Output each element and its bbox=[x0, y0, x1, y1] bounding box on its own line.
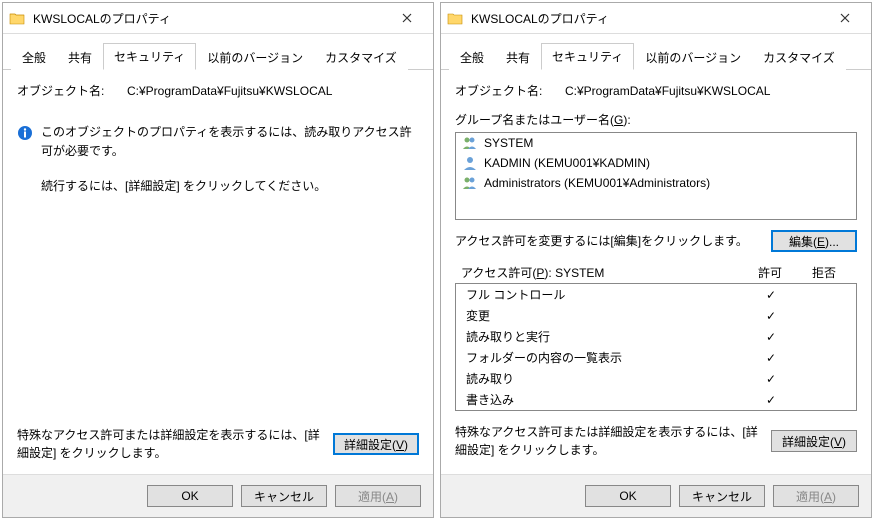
tab-全般[interactable]: 全般 bbox=[11, 44, 57, 70]
cancel-button[interactable]: キャンセル bbox=[241, 485, 327, 507]
allow-check: ✓ bbox=[746, 330, 796, 344]
footer-note-text: 特殊なアクセス許可または詳細設定を表示するには、[詳細設定] をクリックします。 bbox=[455, 423, 761, 459]
permission-row: フォルダーの内容の一覧表示✓ bbox=[456, 347, 856, 368]
properties-dialog-right: KWSLOCALのプロパティ 全般共有セキュリティ以前のバージョンカスタマイズ … bbox=[440, 2, 872, 518]
tab-共有[interactable]: 共有 bbox=[57, 44, 103, 70]
tabstrip: 全般共有セキュリティ以前のバージョンカスタマイズ bbox=[441, 34, 871, 70]
permission-name: 変更 bbox=[466, 307, 746, 324]
window-title: KWSLOCALのプロパティ bbox=[33, 10, 387, 27]
col-deny: 拒否 bbox=[797, 264, 851, 281]
permission-name: 読み取りと実行 bbox=[466, 328, 746, 345]
permissions-list[interactable]: フル コントロール✓変更✓読み取りと実行✓フォルダーの内容の一覧表示✓読み取り✓… bbox=[455, 283, 857, 411]
object-name-row: オブジェクト名: C:¥ProgramData¥Fujitsu¥KWSLOCAL bbox=[17, 82, 419, 99]
object-name-label: オブジェクト名: bbox=[455, 82, 565, 99]
permission-name: 書き込み bbox=[466, 391, 746, 408]
info-row: このオブジェクトのプロパティを表示するには、読み取りアクセス許可が必要です。 bbox=[17, 123, 419, 161]
apply-button: 適用(A) bbox=[773, 485, 859, 507]
allow-check: ✓ bbox=[746, 393, 796, 407]
ok-button[interactable]: OK bbox=[147, 485, 233, 507]
list-item[interactable]: Administrators (KEMU001¥Administrators) bbox=[456, 173, 856, 193]
tab-全般[interactable]: 全般 bbox=[449, 44, 495, 70]
allow-check: ✓ bbox=[746, 288, 796, 302]
folder-icon bbox=[9, 11, 25, 25]
permission-row: 読み取り✓ bbox=[456, 368, 856, 389]
permissions-for-label: アクセス許可(P): SYSTEM bbox=[461, 264, 743, 281]
permission-row: 読み取りと実行✓ bbox=[456, 326, 856, 347]
user-name: KADMIN (KEMU001¥KADMIN) bbox=[484, 156, 650, 170]
titlebar: KWSLOCALのプロパティ bbox=[3, 3, 433, 34]
ok-button[interactable]: OK bbox=[585, 485, 671, 507]
object-name-label: オブジェクト名: bbox=[17, 82, 127, 99]
permission-name: フル コントロール bbox=[466, 286, 746, 303]
footer-note-text: 特殊なアクセス許可または詳細設定を表示するには、[詳細設定] をクリックします。 bbox=[17, 426, 323, 462]
window-title: KWSLOCALのプロパティ bbox=[471, 10, 825, 27]
permission-row: フル コントロール✓ bbox=[456, 284, 856, 305]
tab-カスタマイズ[interactable]: カスタマイズ bbox=[752, 44, 846, 70]
allow-check: ✓ bbox=[746, 309, 796, 323]
info-icon bbox=[17, 125, 33, 141]
permission-row: 変更✓ bbox=[456, 305, 856, 326]
cancel-button[interactable]: キャンセル bbox=[679, 485, 765, 507]
object-name-value: C:¥ProgramData¥Fujitsu¥KWSLOCAL bbox=[127, 84, 332, 98]
close-button[interactable] bbox=[387, 5, 427, 31]
apply-button: 適用(A) bbox=[335, 485, 421, 507]
folder-icon bbox=[447, 11, 463, 25]
close-icon bbox=[402, 13, 412, 23]
footer-note: 特殊なアクセス許可または詳細設定を表示するには、[詳細設定] をクリックします。… bbox=[17, 426, 419, 462]
tab-共有[interactable]: 共有 bbox=[495, 44, 541, 70]
tab-以前のバージョン[interactable]: 以前のバージョン bbox=[634, 44, 752, 70]
user-icon bbox=[462, 155, 478, 171]
users-icon bbox=[462, 175, 478, 191]
titlebar: KWSLOCALのプロパティ bbox=[441, 3, 871, 34]
list-item[interactable]: KADMIN (KEMU001¥KADMIN) bbox=[456, 153, 856, 173]
permission-name: フォルダーの内容の一覧表示 bbox=[466, 349, 746, 366]
close-button[interactable] bbox=[825, 5, 865, 31]
advanced-button[interactable]: 詳細設定(V) bbox=[333, 433, 419, 455]
object-name-value: C:¥ProgramData¥Fujitsu¥KWSLOCAL bbox=[565, 84, 770, 98]
tab-以前のバージョン[interactable]: 以前のバージョン bbox=[196, 44, 314, 70]
allow-check: ✓ bbox=[746, 372, 796, 386]
permissions-header: アクセス許可(P): SYSTEM 許可 拒否 bbox=[455, 264, 857, 281]
permission-name: 読み取り bbox=[466, 370, 746, 387]
button-bar: OK キャンセル 適用(A) bbox=[3, 474, 433, 517]
tab-セキュリティ[interactable]: セキュリティ bbox=[541, 43, 634, 70]
allow-check: ✓ bbox=[746, 351, 796, 365]
users-icon bbox=[462, 135, 478, 151]
tab-セキュリティ[interactable]: セキュリティ bbox=[103, 43, 196, 70]
tabstrip: 全般共有セキュリティ以前のバージョンカスタマイズ bbox=[3, 34, 433, 70]
tab-カスタマイズ[interactable]: カスタマイズ bbox=[314, 44, 408, 70]
button-bar: OK キャンセル 適用(A) bbox=[441, 474, 871, 517]
group-users-label: グループ名またはユーザー名(G): bbox=[455, 111, 857, 128]
permission-row: 書き込み✓ bbox=[456, 389, 856, 410]
list-item[interactable]: SYSTEM bbox=[456, 133, 856, 153]
footer-note: 特殊なアクセス許可または詳細設定を表示するには、[詳細設定] をクリックします。… bbox=[455, 423, 857, 459]
users-listbox[interactable]: SYSTEM KADMIN (KEMU001¥KADMIN) Administrat… bbox=[455, 132, 857, 220]
user-name: Administrators (KEMU001¥Administrators) bbox=[484, 176, 710, 190]
edit-button[interactable]: 編集(E)... bbox=[771, 230, 857, 252]
user-name: SYSTEM bbox=[484, 136, 533, 150]
edit-hint-text: アクセス許可を変更するには[編集]をクリックします。 bbox=[455, 232, 761, 250]
info-text: このオブジェクトのプロパティを表示するには、読み取りアクセス許可が必要です。 bbox=[41, 123, 419, 161]
advanced-button[interactable]: 詳細設定(V) bbox=[771, 430, 857, 452]
tab-content: オブジェクト名: C:¥ProgramData¥Fujitsu¥KWSLOCAL… bbox=[441, 70, 871, 474]
col-allow: 許可 bbox=[743, 264, 797, 281]
continue-text: 続行するには、[詳細設定] をクリックしてください。 bbox=[41, 177, 419, 196]
properties-dialog-left: KWSLOCALのプロパティ 全般共有セキュリティ以前のバージョンカスタマイズ … bbox=[2, 2, 434, 518]
object-name-row: オブジェクト名: C:¥ProgramData¥Fujitsu¥KWSLOCAL bbox=[455, 82, 857, 99]
tab-content: オブジェクト名: C:¥ProgramData¥Fujitsu¥KWSLOCAL… bbox=[3, 70, 433, 474]
close-icon bbox=[840, 13, 850, 23]
edit-row: アクセス許可を変更するには[編集]をクリックします。 編集(E)... bbox=[455, 230, 857, 252]
